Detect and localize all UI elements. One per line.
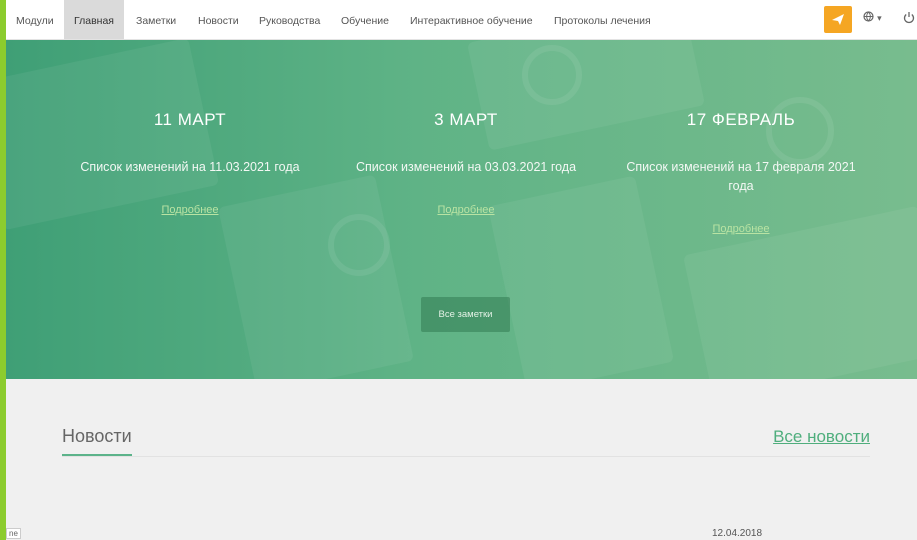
nav-item-interactive-training[interactable]: Интерактивное обучение xyxy=(400,0,543,39)
power-icon xyxy=(903,12,915,24)
nav-item-home[interactable]: Главная xyxy=(64,0,124,39)
left-edge-tag: ne xyxy=(6,528,21,539)
hero-news-description: Список изменений на 03.03.2021 года xyxy=(355,160,577,174)
news-item-date: 12.04.2018 xyxy=(712,528,763,539)
all-news-link[interactable]: Все новости xyxy=(773,427,870,447)
hero-news-more-link[interactable]: Подробнее xyxy=(68,204,312,216)
hero-news-description: Список изменений на 11.03.2021 года xyxy=(80,160,300,174)
hero-decor-shape xyxy=(466,39,706,151)
top-navigation: Модули Главная Заметки Новости Руководст… xyxy=(6,0,917,40)
nav-item-treatment-protocols[interactable]: Протоколы лечения xyxy=(544,0,661,39)
news-section-divider xyxy=(62,456,870,457)
nav-item-training[interactable]: Обучение xyxy=(331,0,399,39)
hero-news-date: 3 МАРТ xyxy=(434,110,498,129)
hero-decor-shape xyxy=(6,39,220,231)
nav-item-news[interactable]: Новости xyxy=(188,0,249,39)
send-button[interactable] xyxy=(824,6,852,33)
nav-item-modules[interactable]: Модули xyxy=(6,0,64,39)
hero-news-more-link[interactable]: Подробнее xyxy=(346,204,586,216)
logout-button[interactable] xyxy=(903,11,915,29)
hero-decor-circle xyxy=(766,97,834,165)
nav-item-guides[interactable]: Руководства xyxy=(249,0,330,39)
hero-decor-circle xyxy=(522,45,582,105)
hero-decor-circle xyxy=(328,214,390,276)
nav-item-notes[interactable]: Заметки xyxy=(126,0,186,39)
hero-news-date: 11 МАРТ xyxy=(153,110,227,129)
send-icon xyxy=(832,14,844,25)
hero-news-date: 17 ФЕВРАЛЬ xyxy=(686,110,796,129)
chevron-down-icon: ▾ xyxy=(877,13,882,23)
all-notes-button[interactable]: Все заметки xyxy=(421,297,510,332)
hero-news-description: Список изменений на 17 февраля 2021 года xyxy=(626,160,856,193)
news-section-title: Новости xyxy=(62,426,132,446)
globe-icon xyxy=(863,11,874,22)
hero-news-more-link[interactable]: Подробнее xyxy=(618,223,864,235)
hero-banner: 11 МАРТ Список изменений на 11.03.2021 г… xyxy=(6,39,917,379)
left-accent-bar xyxy=(0,0,6,540)
language-dropdown[interactable]: ▾ xyxy=(863,11,882,24)
